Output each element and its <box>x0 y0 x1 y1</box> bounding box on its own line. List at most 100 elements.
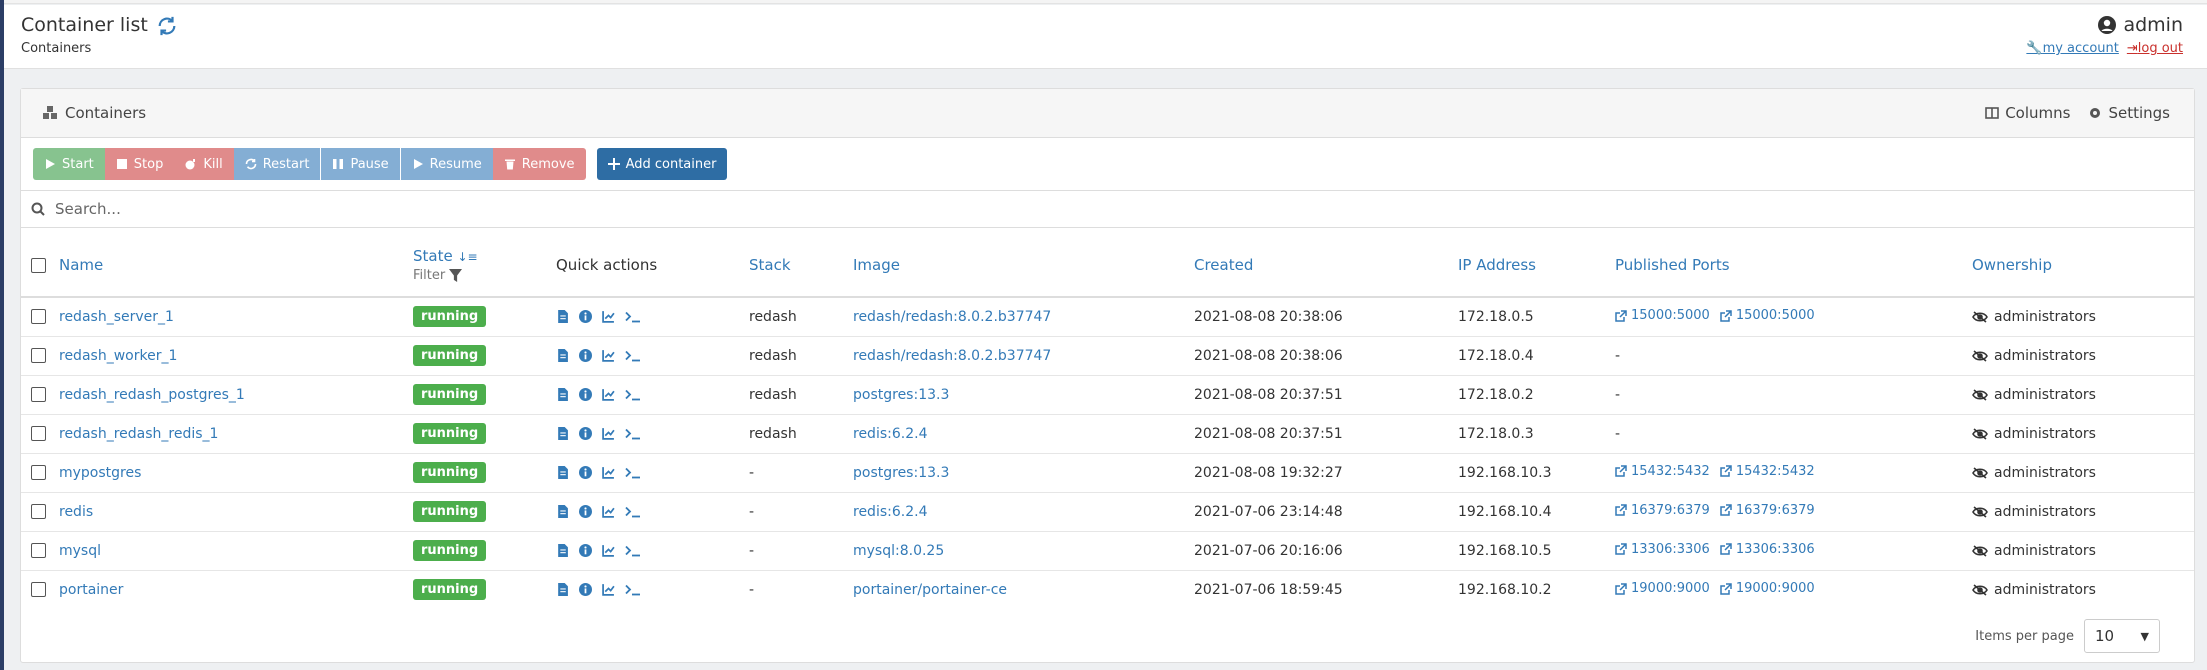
console-icon[interactable] <box>625 466 641 479</box>
published-port-link[interactable]: 15432:5432 <box>1615 464 1710 479</box>
console-icon[interactable] <box>625 505 641 518</box>
container-name-cell: redis <box>59 491 413 531</box>
start-button[interactable]: Start <box>33 148 105 180</box>
column-created[interactable]: Created <box>1194 234 1458 298</box>
console-icon[interactable] <box>625 310 641 323</box>
stop-button[interactable]: Stop <box>104 148 175 180</box>
stats-icon[interactable] <box>602 466 615 479</box>
row-checkbox[interactable] <box>31 582 46 598</box>
published-port-link[interactable]: 13306:3306 <box>1615 542 1710 557</box>
remove-button[interactable]: Remove <box>492 148 586 180</box>
inspect-icon[interactable] <box>579 388 592 401</box>
ports-cell: 13306:3306 13306:3306 <box>1615 530 1972 570</box>
container-name-link[interactable]: mypostgres <box>59 465 141 481</box>
external-link-icon <box>1615 309 1627 322</box>
state-filter[interactable]: Filter <box>413 268 556 283</box>
external-link-icon <box>1615 543 1627 555</box>
logs-icon[interactable] <box>556 388 569 401</box>
logs-icon[interactable] <box>556 583 569 597</box>
my-account-link[interactable]: 🔧my account <box>2026 41 2118 56</box>
column-state[interactable]: State ↓≡ Filter <box>413 234 556 298</box>
state-sort-label[interactable]: State ↓≡ <box>413 247 556 265</box>
stats-icon[interactable] <box>602 505 615 518</box>
inspect-icon[interactable] <box>579 466 592 479</box>
stats-icon[interactable] <box>602 349 615 362</box>
published-port-link[interactable]: 15000:5000 <box>1615 308 1710 323</box>
inspect-icon[interactable] <box>579 310 592 324</box>
logs-icon[interactable] <box>556 505 569 518</box>
container-name-link[interactable]: mysql <box>59 543 101 559</box>
settings-button[interactable]: Settings <box>2088 104 2170 122</box>
published-port-link[interactable]: 13306:3306 <box>1720 542 1815 557</box>
row-checkbox[interactable] <box>31 387 46 402</box>
published-port-link[interactable]: 16379:6379 <box>1615 503 1710 518</box>
pause-button[interactable]: Pause <box>321 148 400 180</box>
published-port-link[interactable]: 15432:5432 <box>1720 464 1815 479</box>
row-checkbox[interactable] <box>31 426 46 441</box>
container-name-link[interactable]: redash_server_1 <box>59 309 174 325</box>
select-all-cell <box>21 234 59 298</box>
logs-icon[interactable] <box>556 349 569 362</box>
container-name-link[interactable]: portainer <box>59 582 123 598</box>
image-link[interactable]: portainer/portainer-ce <box>853 582 1007 598</box>
logs-icon[interactable] <box>556 310 569 324</box>
container-name-link[interactable]: redash_redash_redis_1 <box>59 426 218 442</box>
column-stack[interactable]: Stack <box>749 234 853 298</box>
inspect-icon[interactable] <box>579 544 592 557</box>
console-icon[interactable] <box>625 583 641 596</box>
inspect-icon[interactable] <box>579 427 592 440</box>
image-cell: mysql:8.0.25 <box>853 530 1194 570</box>
image-link[interactable]: redash/redash:8.0.2.b37747 <box>853 348 1051 364</box>
image-link[interactable]: redis:6.2.4 <box>853 504 927 520</box>
items-per-page-select[interactable]: 10 ▼ <box>2084 619 2160 653</box>
container-name-link[interactable]: redash_worker_1 <box>59 348 177 364</box>
stats-icon[interactable] <box>602 427 615 440</box>
console-icon[interactable] <box>625 544 641 557</box>
logs-icon[interactable] <box>556 427 569 440</box>
image-link[interactable]: postgres:13.3 <box>853 465 949 481</box>
published-port-link[interactable]: 19000:9000 <box>1615 581 1710 596</box>
select-all-checkbox[interactable] <box>31 258 46 273</box>
kill-button[interactable]: Kill <box>174 148 234 180</box>
inspect-icon[interactable] <box>579 505 592 518</box>
inspect-icon[interactable] <box>579 349 592 362</box>
row-checkbox[interactable] <box>31 504 46 519</box>
container-name-link[interactable]: redash_redash_postgres_1 <box>59 387 245 403</box>
image-cell: postgres:13.3 <box>853 374 1194 414</box>
column-name[interactable]: Name <box>59 234 413 298</box>
log-out-link[interactable]: ⇥log out <box>2127 41 2183 56</box>
page-header: Container list Containers admin 🔧my acco… <box>4 5 2207 69</box>
published-port-link[interactable]: 15000:5000 <box>1720 308 1815 323</box>
console-icon[interactable] <box>625 349 641 362</box>
refresh-icon[interactable] <box>156 15 178 37</box>
image-link[interactable]: postgres:13.3 <box>853 387 949 403</box>
image-link[interactable]: mysql:8.0.25 <box>853 543 944 559</box>
console-icon[interactable] <box>625 388 641 401</box>
row-checkbox[interactable] <box>31 309 46 325</box>
column-ip[interactable]: IP Address <box>1458 234 1615 298</box>
inspect-icon[interactable] <box>579 583 592 597</box>
console-icon[interactable] <box>625 427 641 440</box>
logs-icon[interactable] <box>556 466 569 479</box>
logs-icon[interactable] <box>556 544 569 557</box>
search-input[interactable] <box>55 200 655 218</box>
stats-icon[interactable] <box>602 388 615 401</box>
image-link[interactable]: redash/redash:8.0.2.b37747 <box>853 309 1051 325</box>
add-container-button[interactable]: Add container <box>596 148 728 180</box>
stats-icon[interactable] <box>602 544 615 557</box>
row-checkbox[interactable] <box>31 543 46 558</box>
container-name-link[interactable]: redis <box>59 504 93 520</box>
column-ownership[interactable]: Ownership <box>1972 234 2194 298</box>
resume-button[interactable]: Resume <box>400 148 493 180</box>
column-ports[interactable]: Published Ports <box>1615 234 1972 298</box>
stats-icon[interactable] <box>602 583 615 597</box>
row-checkbox[interactable] <box>31 348 46 363</box>
stats-icon[interactable] <box>602 310 615 324</box>
row-checkbox[interactable] <box>31 465 46 480</box>
columns-button[interactable]: Columns <box>1985 104 2070 122</box>
image-link[interactable]: redis:6.2.4 <box>853 426 927 442</box>
published-port-link[interactable]: 16379:6379 <box>1720 503 1815 518</box>
column-image[interactable]: Image <box>853 234 1194 298</box>
restart-button[interactable]: Restart <box>233 148 321 180</box>
published-port-link[interactable]: 19000:9000 <box>1720 581 1815 596</box>
